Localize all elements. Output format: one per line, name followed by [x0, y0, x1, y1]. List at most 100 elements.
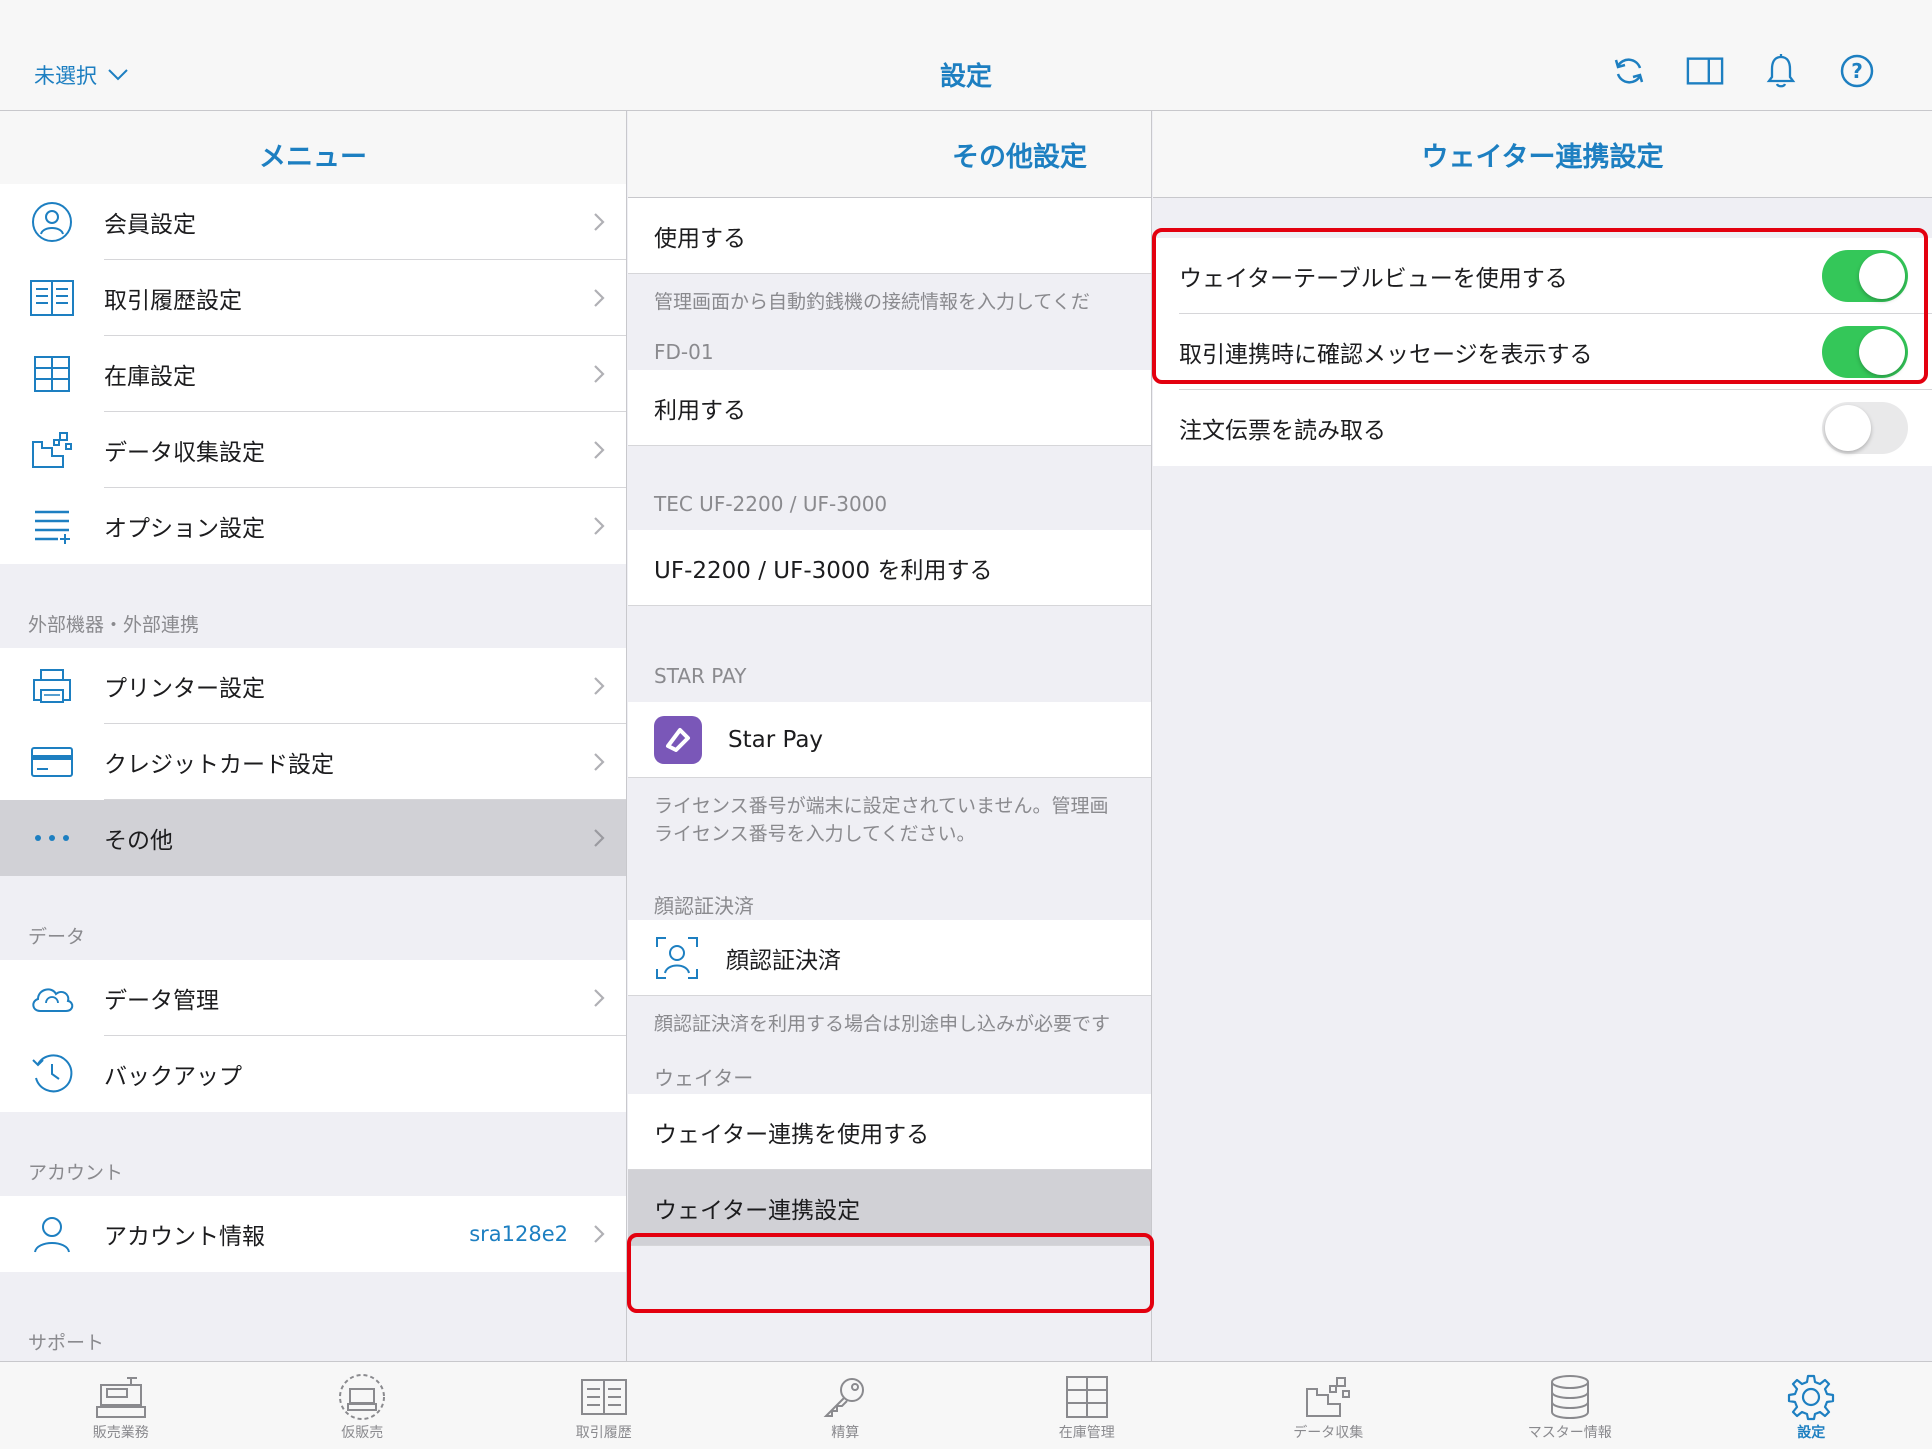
other-settings-column: その他設定 使用する 管理画面から自動釣銭機の接続情報を入力してくだ FD-01… [628, 111, 1152, 1361]
face-payment-label: 顔認証決済 [726, 947, 841, 974]
other-settings-header: その他設定 [628, 111, 1151, 198]
tab-label: データ収集 [1293, 1425, 1364, 1441]
menu-item-other[interactable]: その他 [0, 800, 626, 876]
starpay-logo-icon [654, 715, 702, 764]
tab-master-info[interactable]: マスター情報 [1449, 1362, 1691, 1449]
cloud-icon [32, 988, 74, 1012]
section-header-external: 外部機器・外部連携 [28, 614, 200, 636]
history-icon [30, 280, 74, 316]
face-payment-note: 顔認証決済を利用する場合は別途申し込みが必要です [654, 1013, 1111, 1035]
section-header-support: サポート [28, 1332, 105, 1354]
menu-item-label: その他 [104, 828, 173, 854]
bell-icon[interactable] [1762, 52, 1800, 90]
gear-icon [1788, 1374, 1835, 1421]
menu-item-label: クレジットカード設定 [104, 752, 334, 778]
bottom-tab-bar: 販売業務 仮販売 取引履歴 精算 在庫管理 データ収集 マスター情報 設定 [0, 1361, 1932, 1449]
chevron-right-icon [594, 677, 605, 695]
read-order-slip-toggle[interactable] [1822, 402, 1908, 454]
face-payment-row[interactable]: 顔認証決済 [628, 920, 1151, 996]
menu-item-label: データ管理 [104, 988, 219, 1014]
menu-item-option[interactable]: オプション設定 [0, 488, 626, 564]
starpay-label: Star Pay [728, 726, 824, 753]
tab-settings[interactable]: 設定 [1691, 1362, 1932, 1449]
tab-label: 仮販売 [341, 1425, 384, 1441]
menu-item-label: オプション設定 [104, 516, 265, 542]
split-view-icon[interactable] [1686, 52, 1724, 90]
account-id: sra128e2 [469, 1222, 568, 1246]
inventory-icon [34, 356, 70, 392]
tab-transaction-history[interactable]: 取引履歴 [483, 1362, 725, 1449]
chevron-right-icon [594, 989, 605, 1007]
chevron-right-icon [594, 441, 605, 459]
menu-item-label: データ収集設定 [104, 440, 265, 466]
chevron-right-icon [594, 289, 605, 307]
tab-settlement[interactable]: 精算 [725, 1362, 967, 1449]
chevron-right-icon [594, 753, 605, 771]
menu-item-data-management[interactable]: データ管理 [0, 960, 626, 1036]
chevron-right-icon [594, 829, 605, 847]
tab-label: 在庫管理 [1058, 1425, 1115, 1441]
highlight-box-toggles [1152, 228, 1928, 384]
help-icon[interactable]: ? [1838, 52, 1876, 90]
section-header-data: データ [28, 926, 86, 948]
account-icon [34, 1217, 70, 1253]
chevron-right-icon [594, 517, 605, 535]
menu-item-label: プリンター設定 [104, 676, 265, 702]
menu-item-inventory[interactable]: 在庫設定 [0, 336, 626, 412]
tab-data-collection[interactable]: データ収集 [1208, 1362, 1450, 1449]
menu-item-printer[interactable]: プリンター設定 [0, 648, 626, 724]
section-header-starpay: STAR PAY [654, 664, 747, 688]
menu-item-member[interactable]: 会員設定 [0, 184, 626, 260]
use-changer-row[interactable]: 使用する [628, 198, 1151, 274]
tab-provisional-sale[interactable]: 仮販売 [242, 1362, 484, 1449]
refresh-icon[interactable] [1610, 52, 1648, 90]
section-header-waiter: ウェイター [654, 1066, 754, 1090]
face-recognition-icon [656, 936, 698, 979]
starpay-note-line-1: ライセンス番号が端末に設定されていません。管理画 [654, 795, 1109, 817]
use-waiter-row[interactable]: ウェイター連携を使用する [628, 1094, 1151, 1170]
menu-item-credit-card[interactable]: クレジットカード設定 [0, 724, 626, 800]
menu-item-history[interactable]: 取引履歴設定 [0, 260, 626, 336]
use-fd01-row[interactable]: 利用する [628, 370, 1151, 446]
inventory-management-icon [1065, 1376, 1108, 1418]
tab-label: マスター情報 [1527, 1425, 1612, 1441]
printer-icon [33, 669, 71, 703]
tab-label: 精算 [831, 1425, 860, 1441]
svg-text:?: ? [1851, 59, 1863, 83]
highlight-box-waiter-settings [627, 1233, 1154, 1313]
database-icon [1550, 1375, 1589, 1419]
section-header-account: アカウント [28, 1162, 124, 1184]
tab-label: 取引履歴 [575, 1425, 632, 1441]
starpay-note: ライセンス番号が端末に設定されていません。管理画 ライセンス番号を入力してくださ… [628, 778, 1151, 890]
data-collection-icon [1306, 1377, 1351, 1417]
chevron-right-icon [594, 365, 605, 383]
changer-note: 管理画面から自動釣銭機の接続情報を入力してくだ [654, 291, 1090, 313]
menu-item-label: 会員設定 [104, 212, 196, 238]
menu-item-data-collection[interactable]: データ収集設定 [0, 412, 626, 488]
menu-item-backup[interactable]: バックアップ [0, 1036, 626, 1112]
data-collection-icon [32, 432, 72, 468]
register-icon [95, 1377, 146, 1418]
menu-item-account[interactable]: アカウント情報 sra128e2 [0, 1196, 626, 1272]
read-order-slip-row: 注文伝票を読み取る [1153, 390, 1932, 466]
provisional-sale-icon [339, 1374, 386, 1420]
tab-sales[interactable]: 販売業務 [0, 1362, 242, 1449]
menu-item-label: アカウント情報 [104, 1224, 265, 1250]
member-icon [32, 202, 72, 242]
transaction-history-icon [580, 1379, 627, 1415]
menu-item-label: 在庫設定 [104, 364, 196, 390]
tab-label: 設定 [1797, 1425, 1826, 1441]
more-icon [35, 835, 69, 841]
starpay-row[interactable]: Star Pay [628, 702, 1151, 778]
key-icon [823, 1378, 865, 1417]
option-icon [35, 510, 70, 544]
section-header-face-payment: 顔認証決済 [654, 894, 754, 918]
starpay-note-line-2: ライセンス番号を入力してください。 [654, 823, 976, 845]
tab-inventory-management[interactable]: 在庫管理 [966, 1362, 1208, 1449]
credit-card-icon [31, 747, 73, 777]
tab-label: 販売業務 [92, 1425, 149, 1441]
menu-item-label: 取引履歴設定 [104, 288, 242, 314]
top-navigation-bar: 未選択 設定 ? [0, 0, 1932, 111]
chevron-right-icon [594, 213, 605, 231]
use-tec-row[interactable]: UF-2200 / UF-3000 を利用する [628, 530, 1151, 606]
